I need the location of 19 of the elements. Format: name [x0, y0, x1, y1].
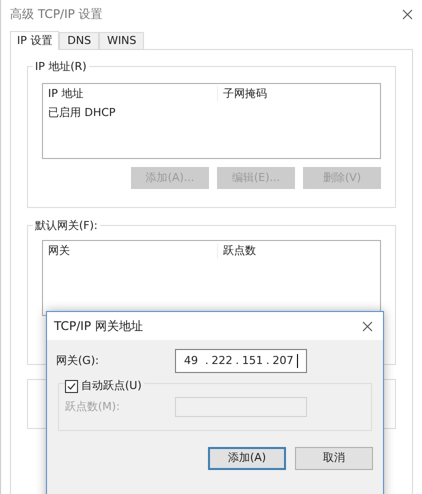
input-field[interactable]: [175, 397, 307, 417]
ip-address-field[interactable]: 49 . 222 . 151 . 207: [175, 349, 307, 373]
dialog-title: TCP/IP 网关地址: [54, 318, 143, 335]
column-header[interactable]: IP 地址: [43, 86, 218, 102]
field-label: 跃点数(M):: [65, 398, 121, 415]
button[interactable]: 添加(A): [208, 447, 286, 470]
close-icon[interactable]: [362, 320, 373, 332]
close-icon[interactable]: [402, 8, 413, 20]
column-header[interactable]: 跃点数: [218, 242, 261, 260]
list-item[interactable]: 已启用 DHCP: [43, 104, 121, 122]
button[interactable]: 取消: [295, 447, 373, 470]
tab[interactable]: IP 设置: [10, 31, 60, 50]
tab[interactable]: WINS: [99, 32, 144, 49]
field-label: 网关(G):: [56, 352, 100, 369]
column-header[interactable]: 网关: [43, 242, 218, 260]
tab[interactable]: DNS: [59, 32, 100, 49]
column-header[interactable]: 子网掩码: [218, 86, 272, 102]
checkbox[interactable]: [65, 380, 78, 393]
window-title: 高级 TCP/IP 设置: [10, 6, 103, 23]
